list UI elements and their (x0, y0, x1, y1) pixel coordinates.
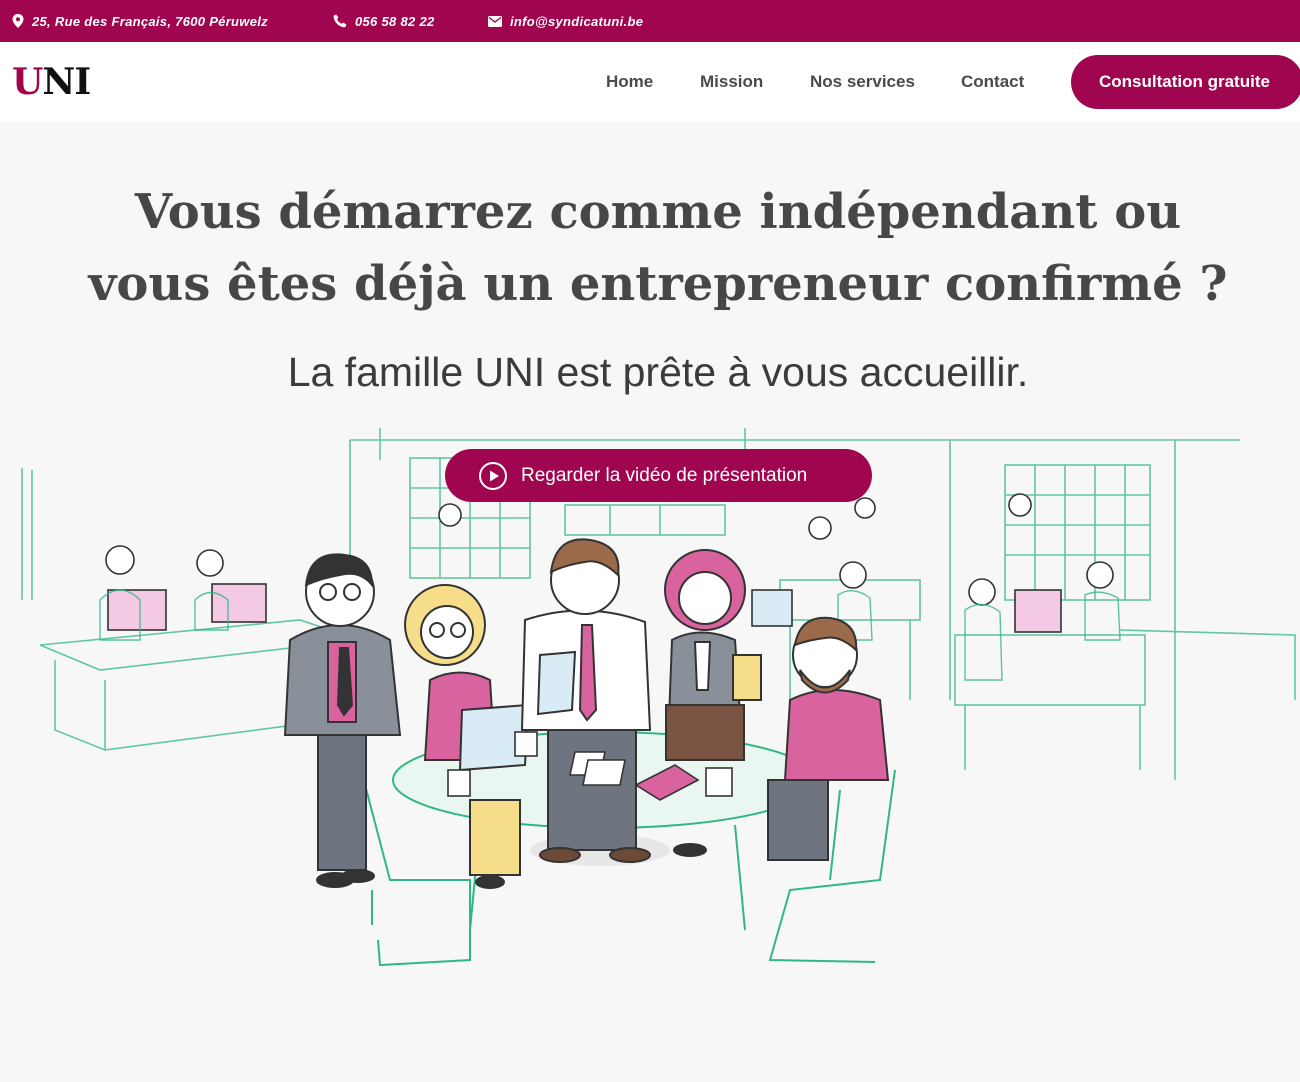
office-team-illustration (21, 428, 1296, 967)
nav-mission[interactable]: Mission (700, 70, 763, 94)
nav-services[interactable]: Nos services (810, 70, 915, 94)
nav-contact[interactable]: Contact (961, 70, 1024, 94)
address-item: 25, Rue des Français, 7600 Péruwelz (12, 0, 268, 42)
free-consultation-button[interactable]: Consultation gratuite (1071, 55, 1300, 109)
hero-title-line-2: vous êtes déjà un entrepreneur confirmé … (88, 256, 1228, 312)
hero-title-line-1: Vous démarrez comme indépendant ou (134, 184, 1182, 240)
site-header: UNI Home Mission Nos services Contact Co… (0, 42, 1300, 122)
hero-subtitle: La famille UNI est prête à vous accueill… (287, 349, 1029, 395)
envelope-icon (488, 15, 502, 27)
watch-video-button[interactable]: Regarder la vidéo de présentation (445, 449, 872, 502)
address-text: 25, Rue des Français, 7600 Péruwelz (32, 13, 268, 29)
phone-text[interactable]: 056 58 82 22 (355, 14, 435, 29)
email-item[interactable]: info@syndicatuni.be (488, 0, 643, 42)
email-text[interactable]: info@syndicatuni.be (510, 14, 643, 29)
contact-bar: 25, Rue des Français, 7600 Péruwelz 056 … (0, 0, 1300, 42)
uni-logo[interactable]: UNI (12, 62, 91, 102)
phone-icon (333, 14, 347, 28)
hero-title: Vous démarrez comme indépendant ou vous … (0, 176, 1300, 320)
watch-video-label: Regarder la vidéo de présentation (521, 464, 808, 486)
play-circle-icon (478, 461, 508, 491)
nav-home[interactable]: Home (606, 70, 653, 94)
phone-item[interactable]: 056 58 82 22 (333, 0, 435, 42)
map-pin-icon (12, 14, 24, 28)
